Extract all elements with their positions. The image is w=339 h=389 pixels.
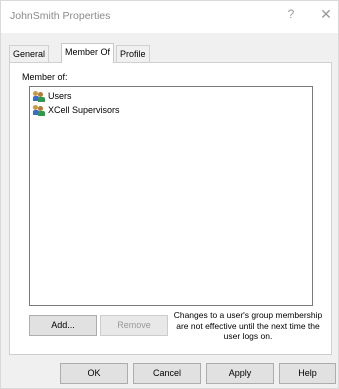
help-question-icon[interactable]: ? — [282, 7, 300, 21]
list-item[interactable]: Users — [33, 90, 72, 103]
help-button[interactable]: Help — [279, 363, 336, 384]
group-icon — [33, 105, 45, 117]
tab-member-of[interactable]: Member Of — [61, 43, 115, 63]
cancel-button[interactable]: Cancel — [133, 363, 201, 384]
apply-button[interactable]: Apply — [206, 363, 274, 384]
close-icon[interactable]: ✕ — [317, 6, 335, 23]
window-title: JohnSmith Properties — [10, 10, 111, 22]
group-name: XCell Supervisors — [48, 105, 120, 115]
group-list[interactable]: Users XCell Supervisors — [29, 86, 313, 306]
properties-dialog: JohnSmith Properties ? ✕ General Member … — [0, 0, 339, 389]
membership-note: Changes to a user's group membership are… — [173, 310, 323, 341]
list-item[interactable]: XCell Supervisors — [33, 104, 120, 117]
remove-button[interactable]: Remove — [100, 315, 168, 336]
group-icon — [33, 91, 45, 103]
member-of-label: Member of: — [22, 72, 68, 82]
tab-profile[interactable]: Profile — [116, 45, 150, 62]
member-of-panel: Member of: Users XCell Supervisors Add..… — [9, 62, 332, 355]
group-name: Users — [48, 91, 72, 101]
ok-button[interactable]: OK — [60, 363, 128, 384]
title-bar: JohnSmith Properties ? ✕ — [1, 1, 338, 33]
tab-general[interactable]: General — [9, 45, 50, 62]
add-button[interactable]: Add... — [29, 315, 97, 336]
